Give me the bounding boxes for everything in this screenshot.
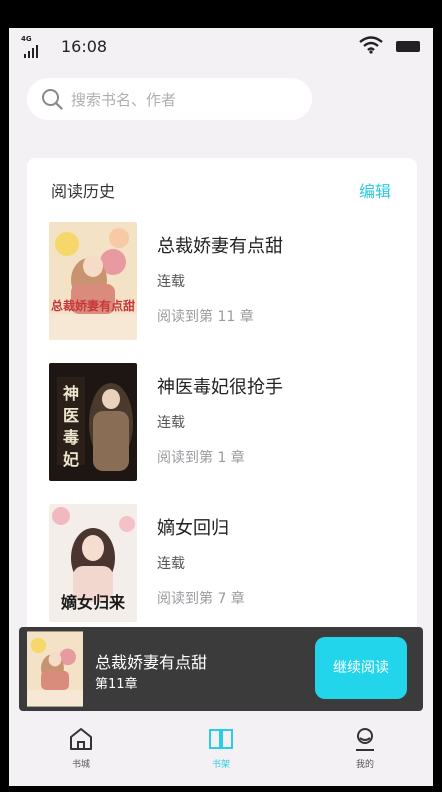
network-type: 4G [21,35,32,43]
now-reading-cover [27,631,83,707]
wifi-icon [359,36,383,54]
svg-text:医: 医 [63,406,79,425]
book-cover: 神 医 毒 妃 [49,363,137,481]
tab-profile[interactable]: 我的 [335,725,395,775]
cover-title-text: 总裁娇妻有点甜 [51,298,135,313]
book-cover: 总裁娇妻有点甜 [49,222,137,340]
cover-title-text: 嫡女归来 [61,593,126,612]
home-icon [70,728,92,750]
tab-label: 书架 [211,760,230,770]
search-placeholder: 搜索书名、作者 [71,91,177,109]
now-reading-bar[interactable]: 总裁娇妻有点甜 第11章 继续阅读 [19,627,423,711]
now-reading-title: 总裁娇妻有点甜 [95,653,208,672]
tab-label: 书城 [71,760,90,770]
now-reading-chapter: 第11章 [95,677,138,692]
book-open-icon [209,729,233,749]
book-item[interactable]: 嫡女归来 嫡女回归 连载 阅读到第 7 章 [27,504,417,624]
tab-bookshelf[interactable]: 书架 [191,725,251,775]
book-progress: 阅读到第 7 章 [157,591,245,607]
book-title: 嫡女回归 [157,518,229,539]
status-time: 16:08 [61,37,108,56]
bottom-tab-bar: 书城 书架 我的 [9,711,433,786]
cover-title-text: 神 [63,384,79,403]
book-title: 神医毒妃很抢手 [157,377,283,398]
continue-reading-button[interactable]: 继续阅读 [315,637,407,699]
tab-bookstore[interactable]: 书城 [51,725,111,775]
signal-icon: 4G [21,35,51,59]
book-status: 连载 [157,274,185,290]
book-title: 总裁娇妻有点甜 [157,236,283,257]
book-item[interactable]: 神 医 毒 妃 神医毒妃很抢手 连载 阅读到第 1 章 [27,363,417,483]
status-bar: 4G 16:08 [9,28,433,68]
reading-history-card: 阅读历史 编辑 总裁娇妻有点甜 总裁娇妻有点甜 连载 阅读到第 11 章 神 医… [27,158,417,678]
edit-button[interactable]: 编辑 [359,178,391,202]
svg-text:毒: 毒 [63,428,79,447]
phone-screen: 4G 16:08 搜索书名、作者 阅读历史 编辑 总裁娇妻有点甜 总裁娇妻有点甜… [9,28,433,786]
battery-icon [396,41,420,52]
search-icon [42,89,63,110]
search-input[interactable]: 搜索书名、作者 [27,78,312,120]
book-status: 连载 [157,556,185,572]
book-item[interactable]: 总裁娇妻有点甜 总裁娇妻有点甜 连载 阅读到第 11 章 [27,222,417,342]
user-icon [356,728,374,751]
book-progress: 阅读到第 1 章 [157,450,245,466]
tab-label: 我的 [355,760,374,770]
book-status: 连载 [157,415,185,431]
history-title: 阅读历史 [51,182,116,201]
book-cover: 嫡女归来 [49,504,137,622]
book-progress: 阅读到第 11 章 [157,309,254,325]
svg-text:妃: 妃 [62,450,79,469]
